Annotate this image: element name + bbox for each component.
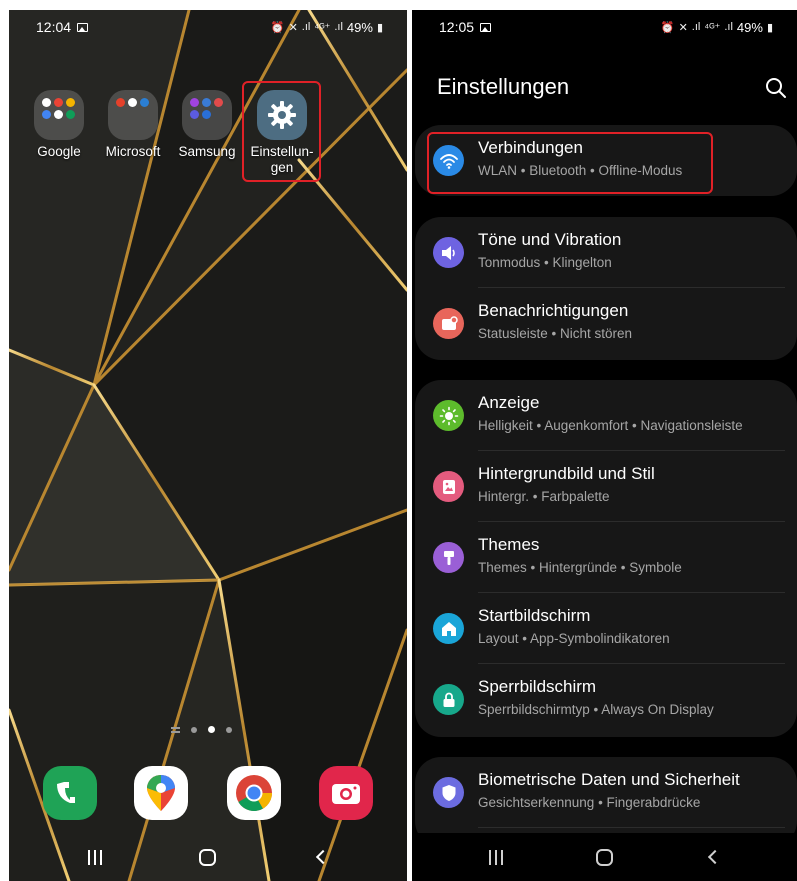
divider: [478, 827, 785, 828]
settings-item-biometrie[interactable]: Biometrische Daten und Sicherheit Gesich…: [415, 757, 797, 828]
alarm-icon: ⏰: [270, 21, 285, 34]
settings-group-display: Anzeige Helligkeit • Augenkomfort • Navi…: [415, 380, 797, 737]
home-screen: 12:04 ⏰ ✕ .ıl ⁴ᴳ⁺ .ıl 49% ▮ Google Micro…: [9, 10, 407, 881]
item-subtitle: Helligkeit • Augenkomfort • Navigationsl…: [478, 418, 743, 433]
battery-percent: 49%: [346, 19, 373, 35]
samsung-folder-icon: [182, 90, 232, 140]
gallery-notification-icon: [77, 22, 89, 32]
page-dot[interactable]: [226, 726, 232, 733]
clock: 12:05: [439, 19, 492, 35]
shield-icon: [433, 777, 464, 808]
brush-icon: [433, 542, 464, 573]
search-icon: [766, 78, 786, 98]
app-microsoft-folder[interactable]: Microsoft: [97, 90, 169, 160]
status-bar: 12:04 ⏰ ✕ .ıl ⁴ᴳ⁺ .ıl 49% ▮: [9, 10, 407, 44]
lte-icon: ⁴ᴳ⁺: [314, 21, 331, 34]
app-label: Google: [37, 144, 81, 159]
settings-item-themes[interactable]: Themes Themes • Hintergründe • Symbole: [415, 522, 797, 593]
app-samsung-folder[interactable]: Samsung: [171, 90, 243, 160]
item-title: Benachrichtigungen: [478, 301, 629, 320]
time-text: 12:04: [36, 19, 72, 35]
navigation-bar: [9, 833, 407, 881]
home-button[interactable]: [595, 848, 613, 866]
status-icons: ⏰ ✕ .ıl ⁴ᴳ⁺ .ıl 49% ▮: [661, 20, 773, 35]
search-button[interactable]: [764, 76, 788, 100]
google-folder-icon: [34, 90, 84, 140]
speaker-icon: [433, 237, 464, 268]
app-label: Microsoft: [105, 144, 161, 159]
lte-icon: ⁴ᴳ⁺: [704, 21, 721, 34]
item-title: Hintergrundbild und Stil: [478, 464, 655, 483]
item-title: Biometrische Daten und Sicherheit: [478, 770, 740, 789]
item-subtitle: Gesichtserkennung • Fingerabdrücke: [478, 795, 701, 810]
wallpaper-icon: [433, 471, 464, 502]
lock-icon: [433, 684, 464, 715]
item-subtitle: Layout • App-Symbolindikatoren: [478, 631, 670, 646]
status-icons: ⏰ ✕ .ıl ⁴ᴳ⁺ .ıl 49% ▮: [271, 20, 383, 35]
status-bar: 12:05 ⏰ ✕ .ıl ⁴ᴳ⁺ .ıl 49% ▮: [412, 10, 797, 44]
home-icon: [433, 613, 464, 644]
signal-icon: .ıl: [691, 21, 701, 33]
settings-item-sperrbildschirm[interactable]: Sperrbildschirm Sperrbildschirmtyp • Alw…: [415, 664, 797, 735]
page-title: Einstellungen: [437, 74, 570, 99]
maps-pin-icon: [147, 775, 175, 811]
signal-icon-2: .ıl: [724, 21, 733, 33]
item-title: Sperrbildschirm: [478, 677, 597, 696]
recents-button[interactable]: [87, 849, 102, 865]
settings-highlight-box: [242, 81, 321, 182]
phone-icon: [57, 782, 75, 803]
settings-item-hintergrundbild[interactable]: Hintergrundbild und Stil Hintergr. • Far…: [415, 451, 797, 522]
home-button[interactable]: [199, 848, 217, 866]
settings-item-toene[interactable]: Töne und Vibration Tonmodus • Klingelton: [415, 217, 797, 288]
page-indicator: [171, 726, 232, 733]
app-google-folder[interactable]: Google: [23, 90, 95, 160]
settings-item-benachrichtigungen[interactable]: Benachrichtigungen Statusleiste • Nicht …: [415, 288, 797, 359]
page-indicator-home-lines: [171, 726, 180, 733]
chrome-icon: [236, 775, 272, 812]
navigation-bar: [412, 833, 797, 881]
camera-icon: [332, 784, 360, 804]
mute-icon: ✕: [288, 21, 298, 34]
page-dot-active[interactable]: [208, 726, 215, 733]
recents-button[interactable]: [488, 849, 503, 865]
item-subtitle: Sperrbildschirmtyp • Always On Display: [478, 702, 714, 717]
chrome-app[interactable]: [227, 766, 281, 820]
gallery-notification-icon: [480, 22, 492, 32]
item-title: Themes: [478, 535, 540, 554]
item-subtitle: Tonmodus • Klingelton: [478, 255, 612, 270]
verbindungen-highlight-box: [427, 132, 713, 194]
sun-icon: [433, 400, 464, 431]
notification-icon: [433, 308, 464, 339]
alarm-icon: ⏰: [660, 21, 675, 34]
item-title: Startbildschirm: [478, 606, 591, 625]
page-dot[interactable]: [191, 726, 197, 733]
back-button[interactable]: [708, 849, 723, 865]
item-title: Töne und Vibration: [478, 230, 622, 249]
battery-icon: ▮: [766, 21, 773, 34]
maps-app[interactable]: [134, 766, 188, 820]
battery-icon: ▮: [376, 21, 383, 34]
microsoft-folder-icon: [108, 90, 158, 140]
item-subtitle: Hintergr. • Farbpalette: [478, 489, 610, 504]
settings-item-anzeige[interactable]: Anzeige Helligkeit • Augenkomfort • Navi…: [415, 380, 797, 451]
time-text: 12:05: [439, 19, 475, 35]
signal-icon-2: .ıl: [334, 21, 343, 33]
signal-icon: .ıl: [301, 21, 311, 33]
back-button[interactable]: [316, 849, 331, 865]
clock: 12:04: [36, 19, 89, 35]
item-title: Anzeige: [478, 393, 540, 412]
settings-group-sound: Töne und Vibration Tonmodus • Klingelton…: [415, 217, 797, 360]
battery-percent: 49%: [736, 19, 763, 35]
settings-item-startbildschirm[interactable]: Startbildschirm Layout • App-Symbolindik…: [415, 593, 797, 664]
phone-app[interactable]: [43, 766, 97, 820]
settings-screen: 12:05 ⏰ ✕ .ıl ⁴ᴳ⁺ .ıl 49% ▮ Einstellunge…: [412, 10, 797, 881]
item-subtitle: Themes • Hintergründe • Symbole: [478, 560, 682, 575]
app-label: Samsung: [178, 144, 236, 159]
camera-app[interactable]: [319, 766, 373, 820]
item-subtitle: Statusleiste • Nicht stören: [478, 326, 633, 341]
mute-icon: ✕: [678, 21, 688, 34]
